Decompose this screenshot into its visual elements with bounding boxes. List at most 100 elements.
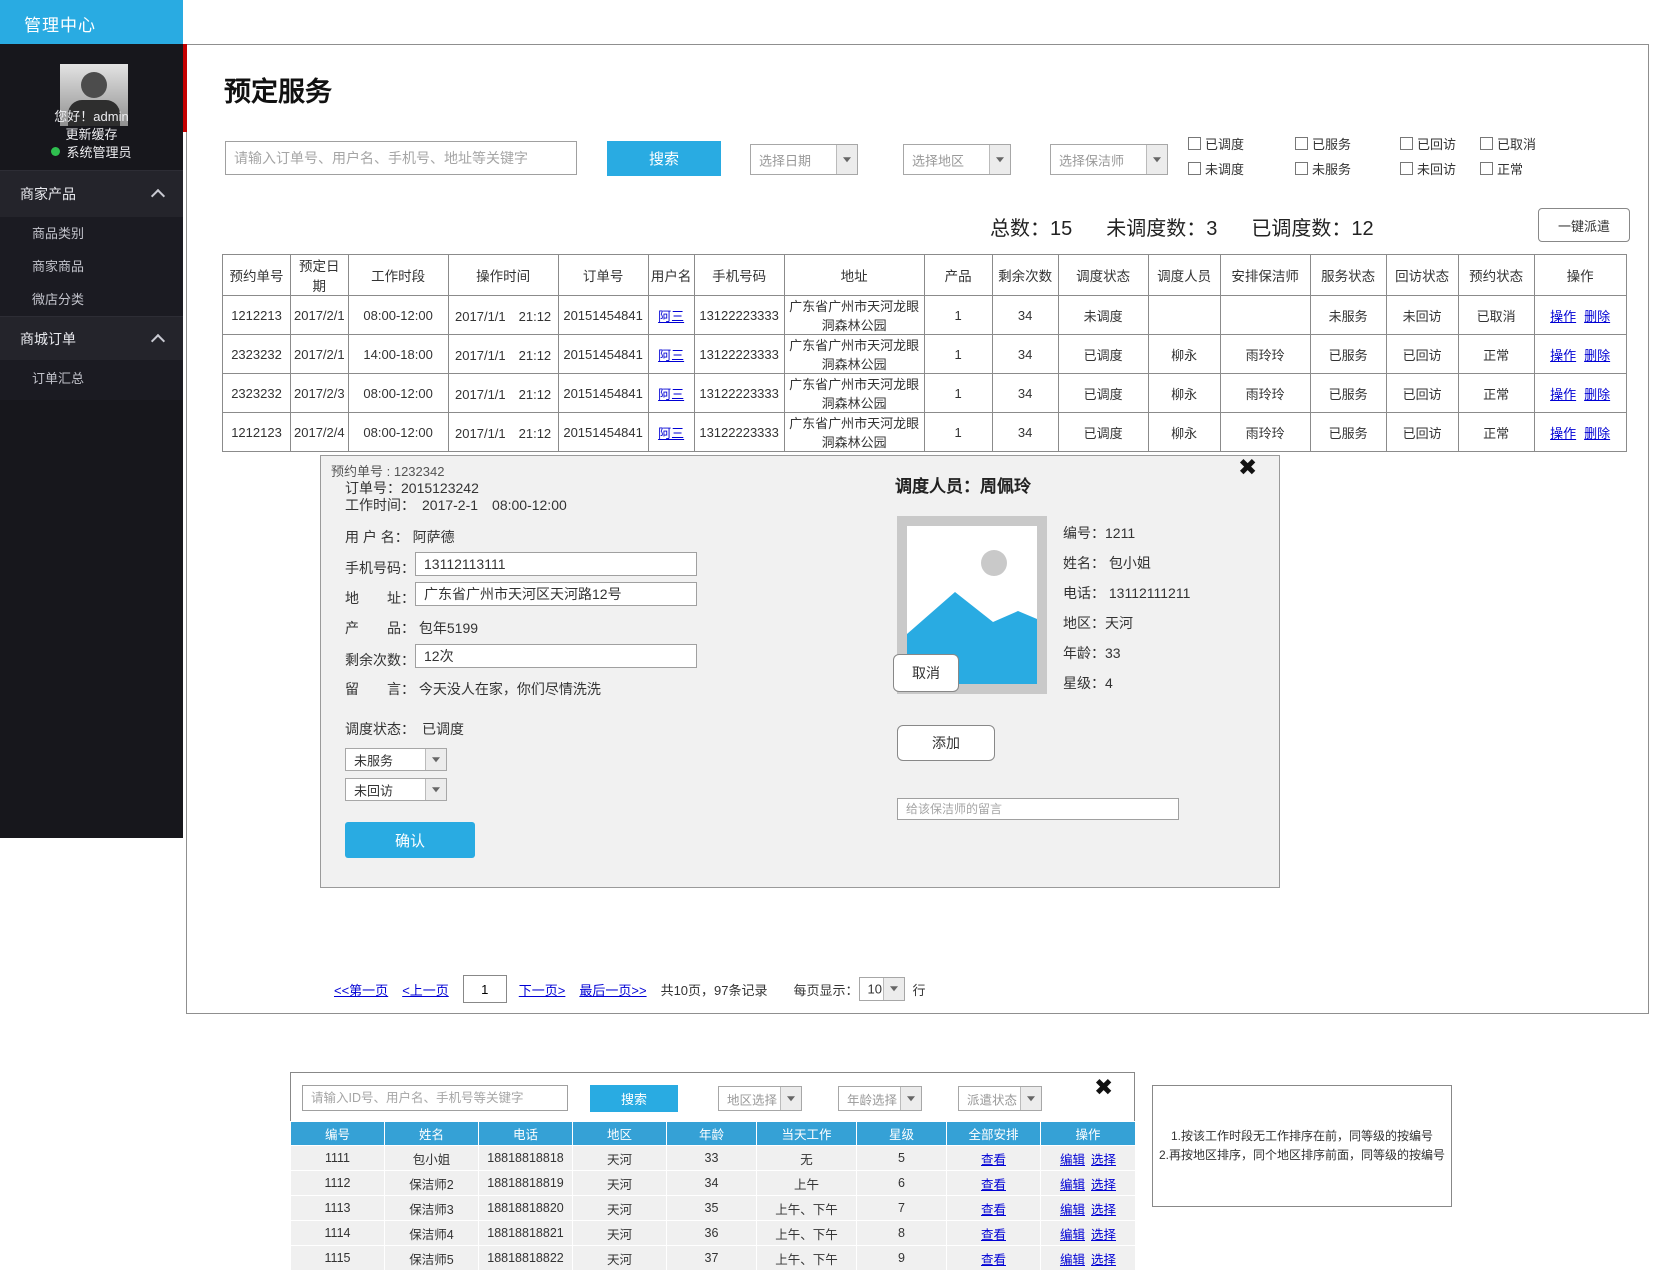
delete-link[interactable]: 删除 <box>1584 348 1610 363</box>
select-link[interactable]: 选择 <box>1091 1203 1116 1217</box>
last-page-link[interactable]: 最后一页>> <box>579 980 646 999</box>
staff-star: 星级：4 <box>1063 668 1190 698</box>
refresh-cache-link[interactable]: 更新缓存 <box>0 124 183 143</box>
operate-link[interactable]: 操作 <box>1550 426 1576 441</box>
operate-link[interactable]: 操作 <box>1550 309 1576 324</box>
operate-link[interactable]: 操作 <box>1550 387 1576 402</box>
cell-link[interactable]: 阿三 <box>658 309 684 324</box>
modal-region-select[interactable]: 地区选择 <box>718 1086 802 1111</box>
first-page-link[interactable]: <<第一页 <box>334 980 388 999</box>
next-page-link[interactable]: 下一页> <box>519 980 566 999</box>
delete-link[interactable]: 删除 <box>1584 426 1610 441</box>
checkbox-icon[interactable] <box>1400 162 1413 175</box>
checkbox-icon[interactable] <box>1188 162 1201 175</box>
cleaner-select[interactable]: 选择保洁师 <box>1050 144 1168 175</box>
checkbox-icon[interactable] <box>1400 137 1413 150</box>
checkbox-icon[interactable] <box>1295 162 1308 175</box>
online-dot-icon <box>51 147 60 156</box>
view-link[interactable]: 查看 <box>981 1178 1006 1192</box>
filter-checkbox[interactable]: 已取消 <box>1480 134 1560 153</box>
visit-status-select[interactable]: 未回访 <box>345 778 447 801</box>
edit-link[interactable]: 编辑 <box>1060 1253 1085 1267</box>
page-number-input[interactable] <box>463 975 507 1003</box>
delete-link[interactable]: 删除 <box>1584 309 1610 324</box>
filter-checkbox[interactable]: 正常 <box>1480 159 1560 178</box>
select-link[interactable]: 选择 <box>1091 1253 1116 1267</box>
filter-checkbox[interactable]: 未服务 <box>1295 159 1400 178</box>
caret-down-icon <box>1020 1087 1041 1110</box>
filter-checkbox[interactable]: 已回访 <box>1400 134 1480 153</box>
cleaner-search-button[interactable]: 搜索 <box>590 1085 678 1112</box>
view-link[interactable]: 查看 <box>981 1228 1006 1242</box>
detail-phone-label: 手机号码： <box>345 558 415 578</box>
note-line-1: 1.按该工作时段无工作排序在前，同等级的按编号 <box>1171 1127 1433 1146</box>
one-click-dispatch-button[interactable]: 一键派遣 <box>1538 208 1630 242</box>
cleaner-search-input[interactable] <box>302 1085 568 1111</box>
select-link[interactable]: 选择 <box>1091 1178 1116 1192</box>
filter-checkbox[interactable]: 未调度 <box>1188 159 1295 178</box>
close-icon[interactable]: ✖ <box>1094 1076 1113 1099</box>
edit-link[interactable]: 编辑 <box>1060 1178 1085 1192</box>
column-header: 手机号码 <box>694 255 784 296</box>
pagination: <<第一页 <上一页 下一页> 最后一页>> 共10页，97条记录 每页显示： … <box>334 976 926 1002</box>
operate-link[interactable]: 操作 <box>1550 348 1576 363</box>
cell-link[interactable]: 阿三 <box>658 387 684 402</box>
modal-dispatch-select[interactable]: 派遣状态 <box>958 1086 1042 1111</box>
edit-link[interactable]: 编辑 <box>1060 1228 1085 1242</box>
role-text: 系统管理员 <box>66 142 131 161</box>
sidebar-section-products[interactable]: 商家产品 <box>0 170 183 217</box>
prev-page-link[interactable]: <上一页 <box>402 980 449 999</box>
region-select[interactable]: 选择地区 <box>903 144 1011 175</box>
close-icon[interactable]: ✖ <box>1238 456 1257 479</box>
cancel-button[interactable]: 取消 <box>893 654 959 692</box>
select-link[interactable]: 选择 <box>1091 1228 1116 1242</box>
column-header: 预约单号 <box>223 255 291 296</box>
checkbox-icon[interactable] <box>1188 137 1201 150</box>
sidebar-item-merchant-goods[interactable]: 商家商品 <box>0 250 183 283</box>
filter-checkbox-label: 未服务 <box>1312 159 1351 178</box>
add-button[interactable]: 添加 <box>897 725 995 761</box>
role-row: 系统管理员 <box>0 142 183 161</box>
date-select[interactable]: 选择日期 <box>750 144 858 175</box>
sidebar <box>0 44 183 838</box>
service-status-select[interactable]: 未服务 <box>345 748 447 771</box>
modal-age-select[interactable]: 年龄选择 <box>838 1086 922 1111</box>
cell-link[interactable]: 阿三 <box>658 426 684 441</box>
filter-checkbox-label: 已调度 <box>1205 134 1244 153</box>
sidebar-section-orders[interactable]: 商城订单 <box>0 316 183 360</box>
sidebar-item-product-category[interactable]: 商品类别 <box>0 217 183 250</box>
page-summary: 共10页，97条记录 <box>661 980 768 999</box>
detail-address-label: 地 址： <box>345 588 415 608</box>
search-button[interactable]: 搜索 <box>607 141 721 176</box>
detail-phone-input[interactable] <box>415 552 697 576</box>
delete-link[interactable]: 删除 <box>1584 387 1610 402</box>
keyword-search-input[interactable] <box>225 141 577 175</box>
staff-note-input[interactable] <box>897 798 1179 820</box>
filter-checkbox[interactable]: 未回访 <box>1400 159 1480 178</box>
column-header: 回访状态 <box>1386 255 1458 296</box>
edit-link[interactable]: 编辑 <box>1060 1203 1085 1217</box>
confirm-button[interactable]: 确认 <box>345 822 475 858</box>
filter-checkbox[interactable]: 已服务 <box>1295 134 1400 153</box>
caret-down-icon <box>780 1087 801 1110</box>
sidebar-item-order-summary[interactable]: 订单汇总 <box>0 360 183 398</box>
edit-link[interactable]: 编辑 <box>1060 1153 1085 1167</box>
checkbox-icon[interactable] <box>1480 137 1493 150</box>
checkbox-icon[interactable] <box>1480 162 1493 175</box>
row-actions: 编辑选择 <box>1041 1196 1136 1221</box>
view-link[interactable]: 查看 <box>981 1153 1006 1167</box>
note-line-2: 2.再按地区排序，同个地区排序前面，同等级的按编号 <box>1159 1146 1445 1165</box>
filter-checkbox-label: 未调度 <box>1205 159 1244 178</box>
staff-phone: 电话： 13112111211 <box>1063 578 1190 608</box>
detail-address-input[interactable] <box>415 582 697 606</box>
per-page-select[interactable]: 10 <box>859 977 905 1001</box>
checkbox-icon[interactable] <box>1295 137 1308 150</box>
filter-checkbox[interactable]: 已调度 <box>1188 134 1295 153</box>
sidebar-item-microstore-category[interactable]: 微店分类 <box>0 283 183 316</box>
column-header: 工作时段 <box>348 255 448 296</box>
select-link[interactable]: 选择 <box>1091 1153 1116 1167</box>
detail-remaining-input[interactable] <box>415 644 697 668</box>
view-link[interactable]: 查看 <box>981 1253 1006 1267</box>
view-link[interactable]: 查看 <box>981 1203 1006 1217</box>
cell-link[interactable]: 阿三 <box>658 348 684 363</box>
